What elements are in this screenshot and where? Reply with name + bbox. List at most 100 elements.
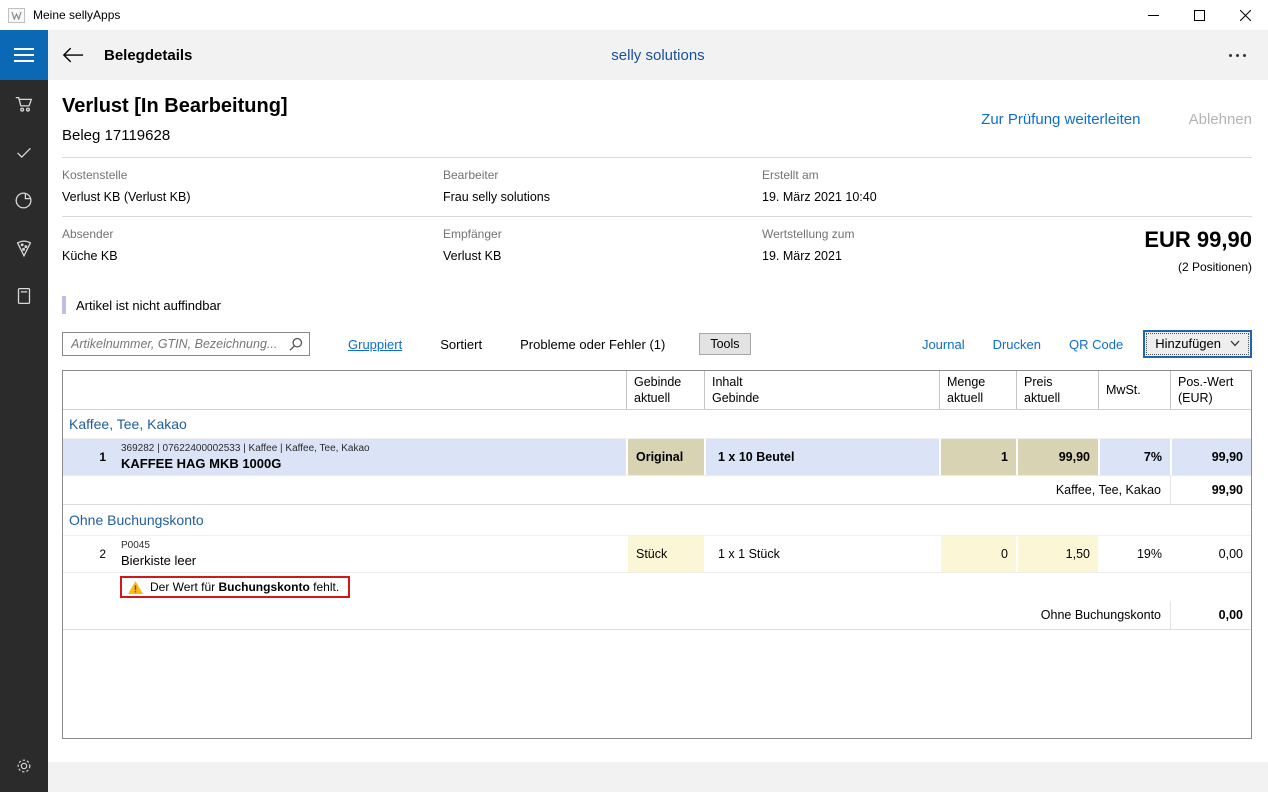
close-button[interactable] xyxy=(1222,0,1268,30)
kostenstelle-value: Verlust KB (Verlust KB) xyxy=(62,190,443,204)
pizza-icon xyxy=(13,237,35,259)
empfaenger-label: Empfänger xyxy=(443,227,762,241)
sidebar-item-cart[interactable] xyxy=(0,80,48,128)
meta-kostenstelle: Kostenstelle Verlust KB (Verlust KB) xyxy=(62,168,443,204)
meta-absender: Absender Küche KB xyxy=(62,227,443,274)
sidebar-item-pizza[interactable] xyxy=(0,224,48,272)
sidebar-item-settings[interactable] xyxy=(0,742,48,790)
row2-inhalt[interactable]: 1 x 1 Stück xyxy=(704,536,939,572)
table-header-row: Gebinde aktuell Inhalt Gebinde Menge akt… xyxy=(63,371,1251,410)
search-icon xyxy=(289,337,303,351)
wertstellung-value: 19. März 2021 xyxy=(762,249,1022,263)
table-row-2[interactable]: 2 P0045 Bierkiste leer Stück 1 x 1 Stück… xyxy=(63,536,1251,573)
subtotal-kaffee-value: 99,90 xyxy=(1170,476,1251,504)
document-total: EUR 99,90 (2 Positionen) xyxy=(1022,227,1252,274)
row1-preis[interactable]: 99,90 xyxy=(1016,439,1098,475)
ellipsis-icon xyxy=(1229,54,1232,57)
document-title: Verlust [In Bearbeitung] xyxy=(62,95,288,118)
hamburger-icon xyxy=(14,48,34,50)
reject-button[interactable]: Ablehnen xyxy=(1189,111,1252,128)
window-controls xyxy=(1130,0,1268,30)
sidebar-item-reports[interactable] xyxy=(0,176,48,224)
subtotal-ohne-value: 0,00 xyxy=(1170,601,1251,629)
row1-mwst: 7% xyxy=(1098,439,1170,475)
sidebar-item-check[interactable] xyxy=(0,128,48,176)
nav-sidebar xyxy=(0,30,48,792)
subtotal-row-kaffee: Kaffee, Tee, Kakao 99,90 xyxy=(63,476,1251,505)
col-preis-aktuell: Preis aktuell xyxy=(1016,371,1098,409)
filter-sortiert[interactable]: Sortiert xyxy=(440,337,482,352)
notice-article-not-found: Artikel ist nicht auffindbar xyxy=(62,296,1252,314)
total-amount: EUR 99,90 xyxy=(1022,227,1252,253)
page-title: Belegdetails xyxy=(104,47,192,64)
hamburger-menu-button[interactable] xyxy=(0,30,48,80)
row1-article-meta: 369282 | 07622400002533 | Kaffee | Kaffe… xyxy=(121,443,370,454)
meta-empfaenger: Empfänger Verlust KB xyxy=(443,227,762,274)
table-empty-area xyxy=(63,630,1251,738)
warning-row: Der Wert für Buchungskonto fehlt. xyxy=(63,573,1251,601)
content-area: Verlust [In Bearbeitung] Beleg 17119628 … xyxy=(48,80,1268,762)
positions-toolbar: Gruppiert Sortiert Probleme oder Fehler … xyxy=(62,330,1252,358)
row2-wert: 0,00 xyxy=(1170,536,1251,572)
maximize-button[interactable] xyxy=(1176,0,1222,30)
positions-table: Gebinde aktuell Inhalt Gebinde Menge akt… xyxy=(62,370,1252,739)
col-menge-aktuell: Menge aktuell xyxy=(939,371,1016,409)
filter-gruppiert[interactable]: Gruppiert xyxy=(348,337,402,352)
filter-probleme[interactable]: Probleme oder Fehler (1) xyxy=(520,337,665,352)
absender-value: Küche KB xyxy=(62,249,443,263)
drucken-link[interactable]: Drucken xyxy=(993,337,1041,352)
tools-button[interactable]: Tools xyxy=(699,333,750,355)
row2-number: 2 xyxy=(63,536,115,572)
back-button[interactable] xyxy=(62,46,84,64)
app-center-title: selly solutions xyxy=(48,47,1268,64)
row2-article-meta: P0045 xyxy=(121,540,150,551)
absender-label: Absender xyxy=(62,227,443,241)
row1-description: 369282 | 07622400002533 | Kaffee | Kaffe… xyxy=(115,439,626,475)
app-bar: Belegdetails selly solutions xyxy=(48,30,1268,80)
window-title: Meine sellyApps xyxy=(33,8,120,22)
warning-triangle-icon xyxy=(128,581,143,594)
minimize-button[interactable] xyxy=(1130,0,1176,30)
table-row-1[interactable]: 1 369282 | 07622400002533 | Kaffee | Kaf… xyxy=(63,439,1251,476)
warning-text: Der Wert für Buchungskonto fehlt. xyxy=(150,580,339,594)
col-number xyxy=(63,371,115,409)
empfaenger-value: Verlust KB xyxy=(443,249,762,263)
forward-for-review-button[interactable]: Zur Prüfung weiterleiten xyxy=(981,111,1140,128)
row1-gebinde[interactable]: Original xyxy=(626,439,704,475)
missing-buchungskonto-warning: Der Wert für Buchungskonto fehlt. xyxy=(120,576,350,598)
hinzufuegen-label: Hinzufügen xyxy=(1155,336,1221,351)
cart-icon xyxy=(13,93,35,115)
erstellt-value: 19. März 2021 10:40 xyxy=(762,190,1022,204)
book-icon xyxy=(13,285,35,307)
footer-strip xyxy=(48,762,1268,792)
window-titlebar: Meine sellyApps xyxy=(0,0,1268,30)
subtotal-ohne-label: Ohne Buchungskonto xyxy=(63,601,1170,629)
row2-description: P0045 Bierkiste leer xyxy=(115,536,626,572)
maximize-icon xyxy=(1194,10,1205,21)
erstellt-label: Erstellt am xyxy=(762,168,1022,182)
group-header-ohne-buchungskonto[interactable]: Ohne Buchungskonto xyxy=(63,505,1251,536)
sidebar-item-journal[interactable] xyxy=(0,272,48,320)
search-input[interactable] xyxy=(62,332,310,356)
bearbeiter-value: Frau selly solutions xyxy=(443,190,762,204)
document-actions: Zur Prüfung weiterleiten Ablehnen xyxy=(981,111,1252,144)
row1-menge[interactable]: 1 xyxy=(939,439,1016,475)
col-description xyxy=(115,371,626,409)
journal-link[interactable]: Journal xyxy=(922,337,965,352)
group-header-kaffee[interactable]: Kaffee, Tee, Kakao xyxy=(63,410,1251,439)
total-positions: (2 Positionen) xyxy=(1022,260,1252,274)
kostenstelle-label: Kostenstelle xyxy=(62,168,443,182)
chevron-down-icon xyxy=(1230,340,1240,347)
gear-icon xyxy=(14,756,34,776)
row2-preis[interactable]: 1,50 xyxy=(1016,536,1098,572)
row2-mwst: 19% xyxy=(1098,536,1170,572)
row2-menge[interactable]: 0 xyxy=(939,536,1016,572)
col-gebinde-aktuell: Gebinde aktuell xyxy=(626,371,704,409)
meta-wertstellung: Wertstellung zum 19. März 2021 xyxy=(762,227,1022,274)
qr-code-link[interactable]: QR Code xyxy=(1069,337,1123,352)
more-options-button[interactable] xyxy=(1222,40,1252,70)
row2-gebinde[interactable]: Stück xyxy=(626,536,704,572)
subtotal-row-ohne-buchungskonto: Ohne Buchungskonto 0,00 xyxy=(63,601,1251,630)
row1-inhalt[interactable]: 1 x 10 Beutel xyxy=(704,439,939,475)
hinzufuegen-button[interactable]: Hinzufügen xyxy=(1143,330,1252,358)
